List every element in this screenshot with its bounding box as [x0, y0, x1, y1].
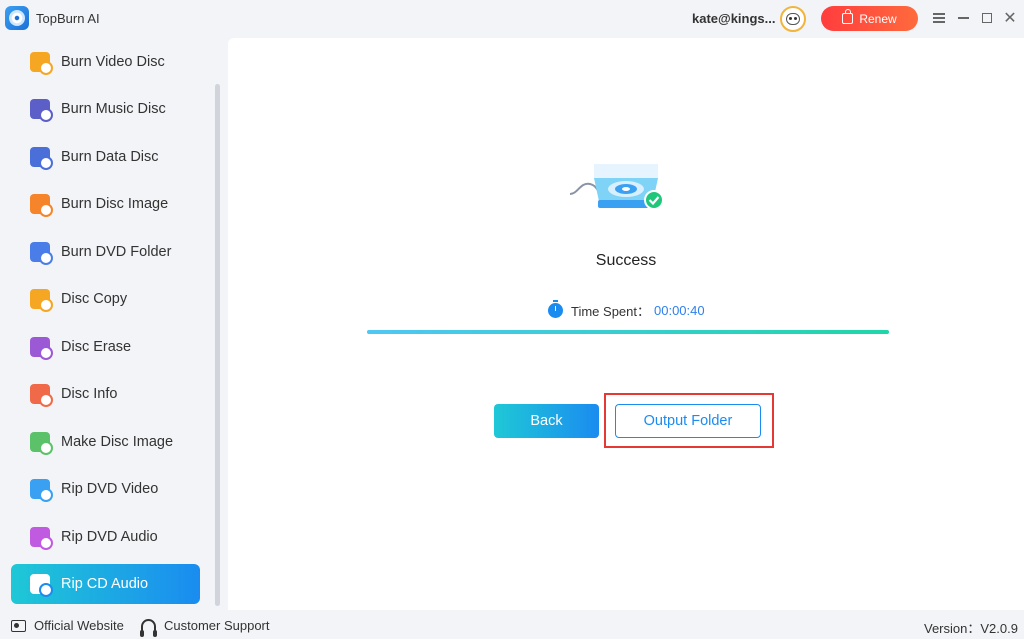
time-spent-row: Time Spent： 00:00:40 [548, 299, 705, 319]
renew-button[interactable]: Renew [821, 6, 918, 31]
time-spent-label: Time Spent： [571, 303, 650, 319]
progress-bar [367, 330, 889, 334]
sidebar-item-rip-cd-audio[interactable]: Rip CD Audio [11, 564, 200, 604]
rip-cd-audio-icon [30, 574, 53, 597]
disc-erase-icon [30, 337, 53, 360]
video-disc-icon [30, 52, 53, 75]
sidebar-item-label: Burn Disc Image [61, 196, 169, 212]
user-email[interactable]: kate@kings... [692, 11, 775, 26]
progress-fill [367, 330, 889, 334]
sidebar-item-label: Burn DVD Folder [61, 244, 172, 260]
stopwatch-icon [548, 299, 563, 318]
panda-avatar-icon [786, 13, 800, 25]
sidebar-item-label: Rip CD Audio [61, 576, 149, 592]
sidebar-item-label: Disc Erase [61, 339, 132, 355]
sidebar-item-burn-video-disc[interactable]: Burn Video Disc [11, 42, 200, 82]
sidebar-item-burn-dvd-folder[interactable]: Burn DVD Folder [11, 232, 200, 272]
sidebar-item-rip-dvd-audio[interactable]: Rip DVD Audio [11, 517, 200, 557]
close-icon[interactable]: ✕ [1002, 10, 1018, 27]
app-title: TopBurn AI [36, 11, 100, 26]
sidebar-item-label: Disc Copy [61, 291, 128, 307]
customer-support-link[interactable]: Customer Support [140, 618, 270, 637]
sidebar-item-make-disc-image[interactable]: Make Disc Image [11, 422, 200, 462]
official-website-link[interactable]: Official Website [11, 618, 124, 633]
sidebar-item-label: Rip DVD Video [61, 481, 159, 497]
sidebar-item-label: Make Disc Image [61, 434, 174, 450]
menu-icon[interactable] [931, 10, 947, 26]
version-label: Version：V2.0.9 [924, 621, 1018, 636]
sidebar-item-rip-dvd-video[interactable]: Rip DVD Video [11, 469, 200, 509]
status-title: Success [595, 252, 657, 269]
main-panel: Success Time Spent： 00:00:40 Back Output… [228, 38, 1024, 610]
customer-support-label: Customer Support [164, 618, 270, 633]
title-bar: TopBurn AI kate@kings... Renew ✕ [0, 0, 1024, 38]
sidebar-item-disc-copy[interactable]: Disc Copy [11, 279, 200, 319]
app-logo-icon [5, 6, 29, 30]
data-disc-icon [30, 147, 53, 170]
sidebar-item-burn-disc-image[interactable]: Burn Disc Image [11, 184, 200, 224]
disc-copy-icon [30, 289, 53, 312]
disc-image-icon [30, 194, 53, 217]
output-folder-button[interactable]: Output Folder [615, 404, 761, 438]
sidebar-item-label: Burn Video Disc [61, 54, 165, 70]
dvd-folder-icon [30, 242, 53, 265]
shopping-bag-icon [842, 9, 854, 24]
sidebar-item-label: Burn Data Disc [61, 149, 159, 165]
rip-dvd-video-icon [30, 479, 53, 502]
official-website-label: Official Website [34, 618, 124, 633]
avatar[interactable] [780, 6, 806, 32]
music-disc-icon [30, 99, 53, 122]
sidebar-item-burn-data-disc[interactable]: Burn Data Disc [11, 137, 200, 177]
sidebar-item-burn-music-disc[interactable]: Burn Music Disc [11, 89, 200, 129]
maximize-icon[interactable] [979, 10, 995, 26]
footer: Official Website Customer Support Versio… [0, 610, 1024, 639]
sidebar: Burn Video Disc Burn Music Disc Burn Data … [0, 38, 222, 610]
sidebar-item-label: Disc Info [61, 386, 118, 402]
time-spent-value: 00:00:40 [654, 302, 705, 318]
back-button[interactable]: Back [494, 404, 599, 438]
renew-label: Renew [859, 11, 897, 26]
sidebar-item-disc-info[interactable]: Disc Info [11, 374, 200, 414]
disc-info-icon [30, 384, 53, 407]
sidebar-scrollbar-thumb[interactable] [215, 84, 220, 606]
make-disc-image-icon [30, 432, 53, 455]
sidebar-item-disc-erase[interactable]: Disc Erase [11, 327, 200, 367]
sidebar-item-label: Rip DVD Audio [61, 529, 158, 545]
disc-drive-success-icon [569, 164, 664, 210]
minimize-icon[interactable] [955, 10, 971, 26]
monitor-icon [11, 619, 26, 632]
headset-icon [140, 618, 157, 637]
rip-dvd-audio-icon [30, 527, 53, 550]
sidebar-item-label: Burn Music Disc [61, 101, 166, 117]
